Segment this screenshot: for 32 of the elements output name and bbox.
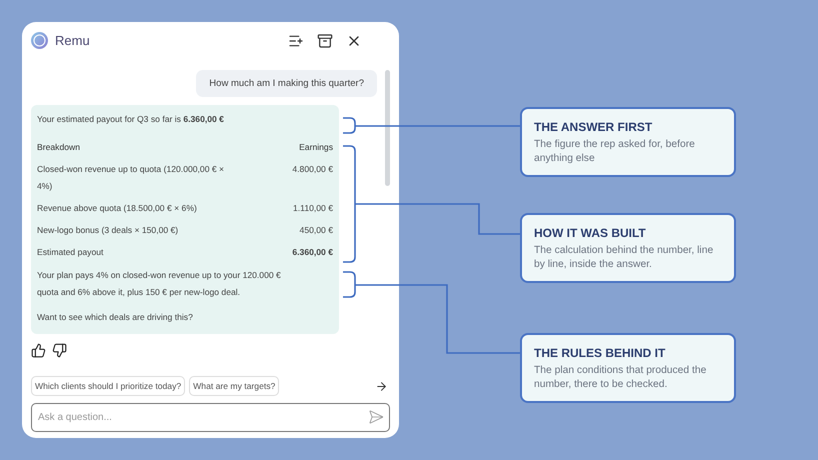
arrow-right-icon[interactable] xyxy=(375,380,388,392)
archive-icon[interactable] xyxy=(317,32,333,48)
callout-title: THE RULES BEHIND IT xyxy=(534,346,666,360)
answer-summary: Your estimated payout for Q3 so far is 6.360,00 € xyxy=(37,113,225,126)
send-icon[interactable] xyxy=(368,409,384,425)
callout-text: The figure the rep asked for, before anything else xyxy=(534,138,696,166)
table-cell-text: New-logo bonus (3 deals × 150,00 €) xyxy=(37,224,180,237)
table-cell-text: Revenue above quota (18.500,00 € × 6%) xyxy=(37,202,198,215)
column-header: Earnings xyxy=(298,141,333,154)
table-cell-text: 450,00 € xyxy=(298,224,333,237)
callout-title: HOW IT WAS BUILT xyxy=(534,226,647,240)
app-title: Remu xyxy=(55,33,91,48)
suggestion-chip[interactable]: What are my targets? xyxy=(189,376,280,396)
callout-title: THE ANSWER FIRST xyxy=(534,120,654,134)
user-message: How much am I making this quarter? xyxy=(196,70,377,97)
callout-text: The plan conditions that produced the number, there to be checked. xyxy=(534,364,708,392)
column-header: Breakdown xyxy=(37,141,81,154)
table-cell-text: Estimated payout xyxy=(37,246,104,259)
thumbs-down-icon[interactable] xyxy=(52,343,67,358)
table-cell-text: 1.110,00 € xyxy=(292,202,333,215)
plan-explanation: Your plan pays 4% on closed-won revenue up to your 120.000 € quota and 6% above it, plus 150 € per new-logo deal. xyxy=(37,269,282,299)
table-cell-text: 6.360,00 € xyxy=(291,246,333,259)
thumbs-up-icon[interactable] xyxy=(31,343,46,358)
follow-up-question: Want to see which deals are driving this? xyxy=(37,311,194,324)
logo-icon xyxy=(31,32,48,49)
scrollbar[interactable] xyxy=(385,70,390,186)
question-field[interactable]: Ask a question... xyxy=(31,403,390,432)
suggestion-chip[interactable]: Which clients should I prioritize today? xyxy=(31,376,186,396)
table-cell-text: 4.800,00 € xyxy=(291,163,333,176)
new-chat-icon[interactable] xyxy=(288,32,304,48)
callout-text: The calculation behind the number, line by line, inside the answer. xyxy=(534,244,714,272)
table-cell-text: Closed-won revenue up to quota (120.000,00 € × 4%) xyxy=(37,163,226,193)
